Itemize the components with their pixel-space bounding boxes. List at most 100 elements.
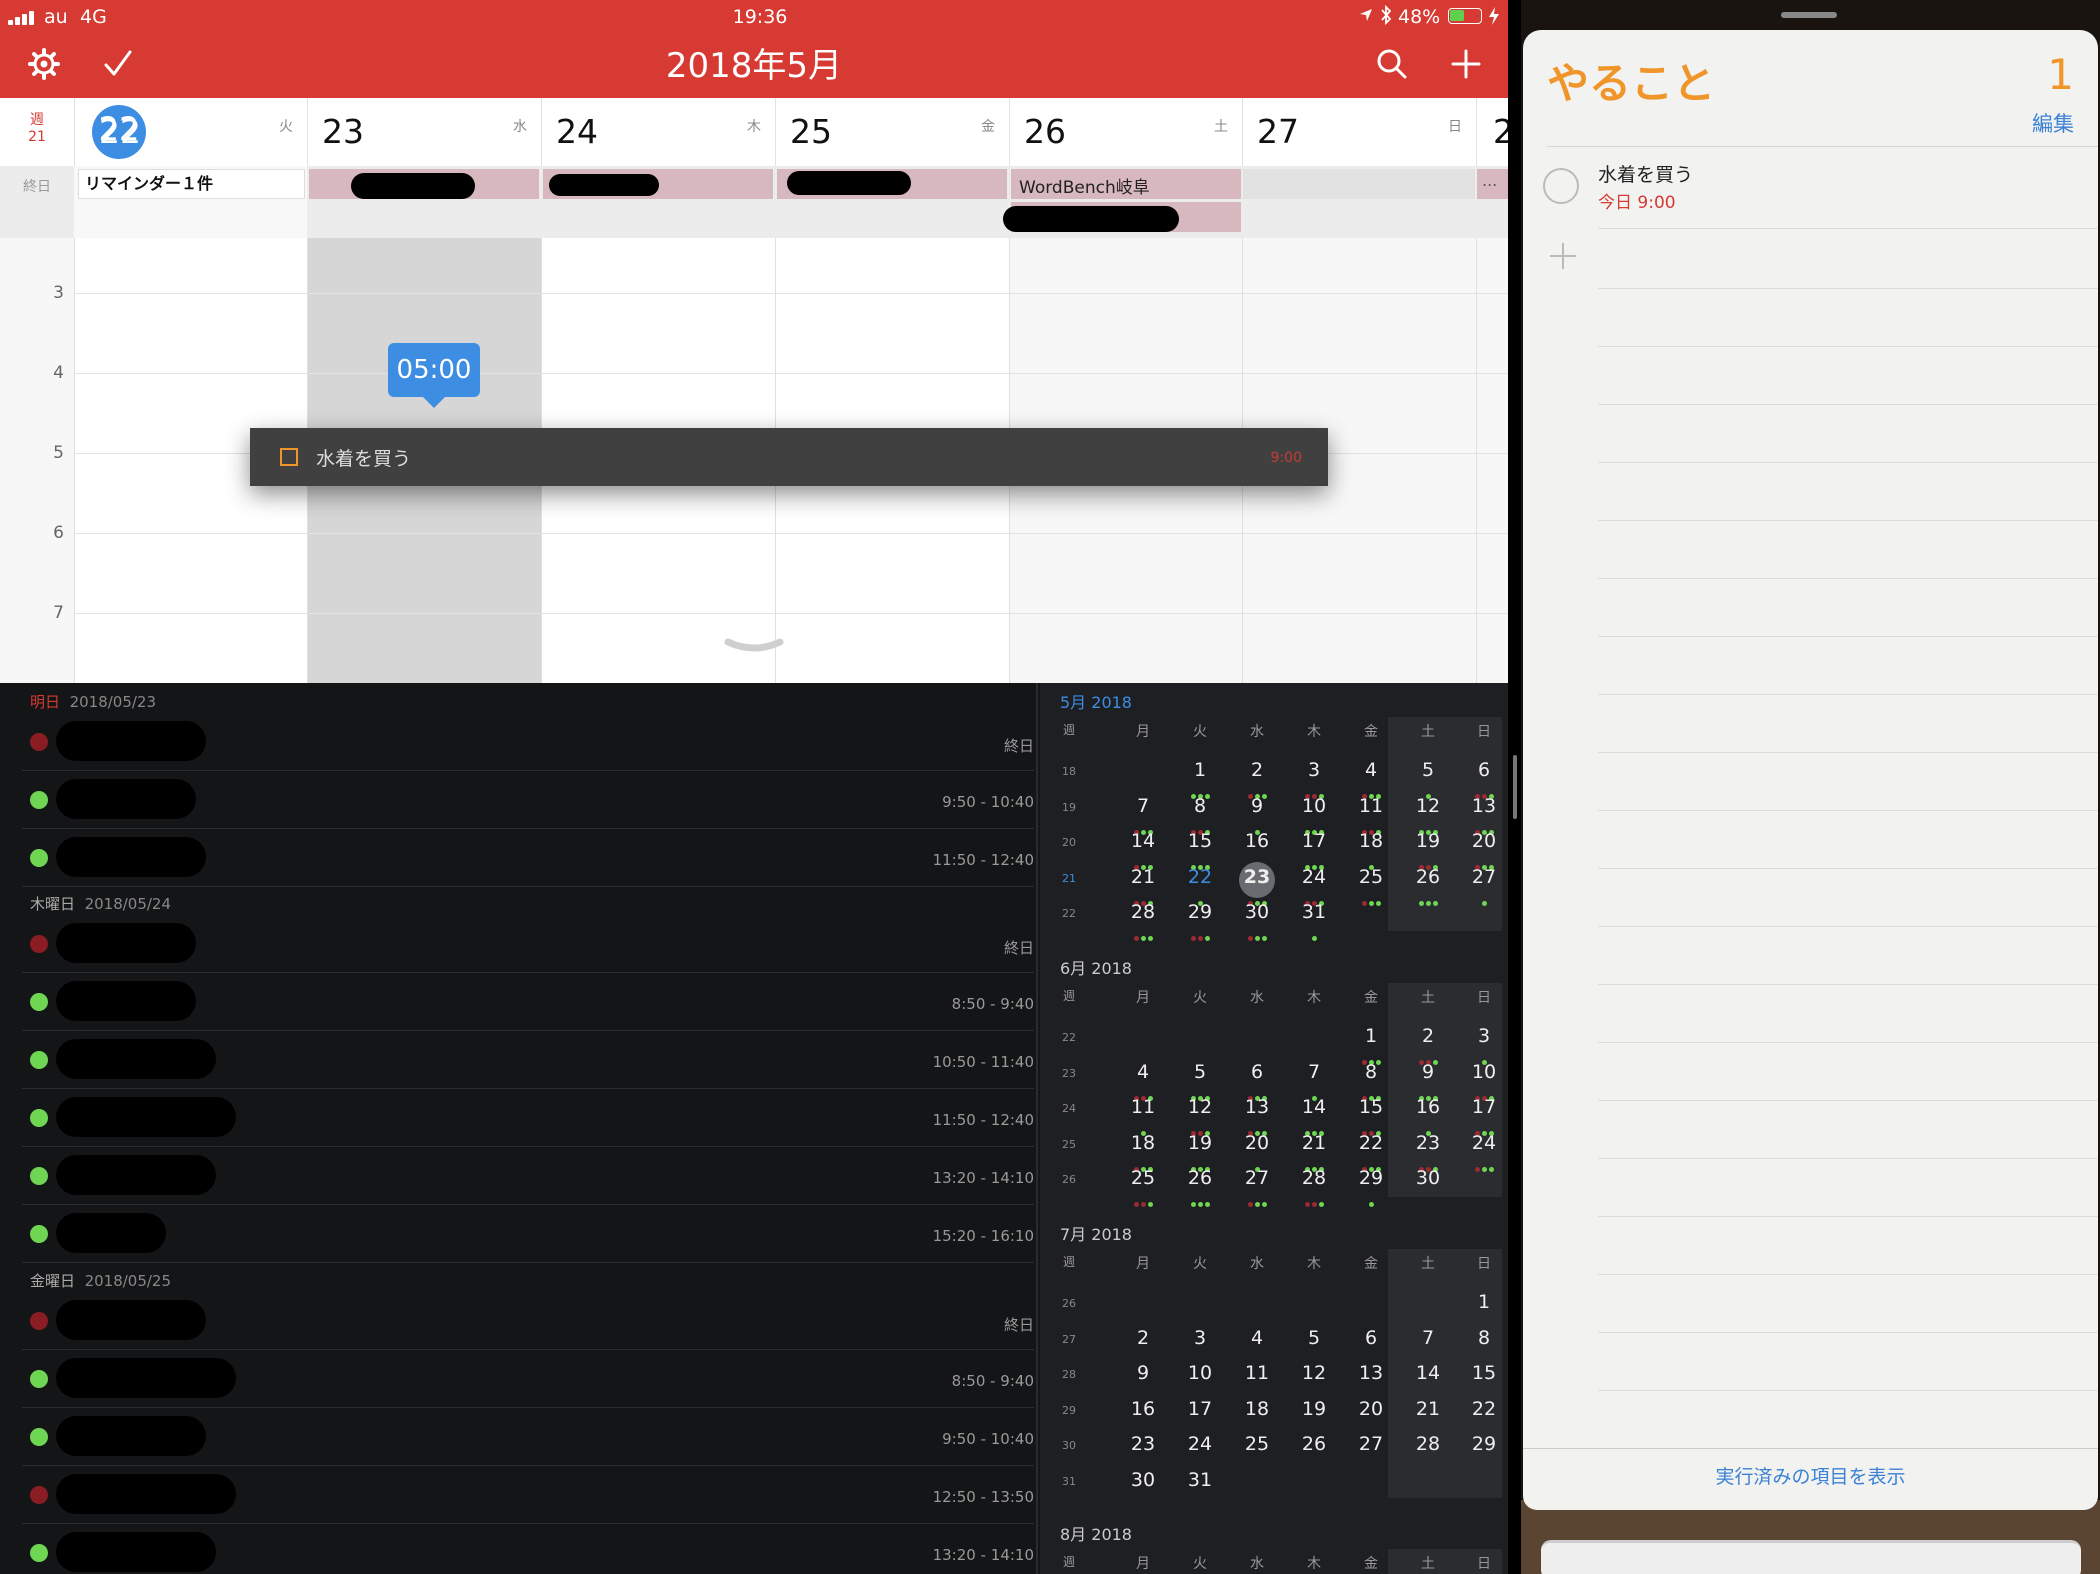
calendar-day[interactable]: 11 (1235, 1362, 1279, 1384)
event-row[interactable]: 12:50 - 13:50 (22, 1466, 1034, 1524)
calendar-day[interactable]: 5 (1406, 759, 1450, 781)
calendar-day[interactable]: 26 (1292, 1433, 1336, 1455)
event-row[interactable]: 11:50 - 12:40 (22, 829, 1034, 887)
calendar-day[interactable]: 11 (1121, 1096, 1165, 1118)
day-header-23[interactable]: 23 水 (307, 98, 541, 166)
calendar-day[interactable]: 6 (1349, 1327, 1393, 1349)
all-day-event[interactable] (1003, 202, 1241, 232)
week-number[interactable]: 19 (1055, 801, 1083, 814)
week-number[interactable]: 21 (1055, 872, 1083, 885)
week-number[interactable]: 28 (1055, 1368, 1083, 1381)
calendar-day[interactable]: 29 (1462, 1433, 1506, 1455)
calendar-day[interactable]: 15 (1349, 1096, 1393, 1118)
calendar-day[interactable]: 7 (1406, 1327, 1450, 1349)
calendar-day[interactable]: 22 (1178, 866, 1222, 888)
calendar-day[interactable]: 12 (1406, 795, 1450, 817)
day-header-26[interactable]: 26 土 (1009, 98, 1242, 166)
calendar-day[interactable]: 23 (1406, 1132, 1450, 1154)
calendar-day[interactable]: 21 (1121, 866, 1165, 888)
calendar-day[interactable]: 9 (1406, 1061, 1450, 1083)
calendar-day[interactable]: 4 (1235, 1327, 1279, 1349)
event-row[interactable]: 8:50 - 9:40 (22, 1350, 1034, 1408)
calendar-day[interactable]: 1 (1178, 759, 1222, 781)
calendar-day[interactable]: 19 (1406, 830, 1450, 852)
calendar-day[interactable]: 5 (1178, 1061, 1222, 1083)
calendar-day[interactable]: 2 (1121, 1327, 1165, 1349)
calendar-day[interactable]: 8 (1462, 1327, 1506, 1349)
calendar-day[interactable]: 9 (1235, 795, 1279, 817)
slide-over-handle[interactable] (1781, 12, 1837, 18)
calendar-day[interactable]: 12 (1178, 1096, 1222, 1118)
calendar-day[interactable]: 16 (1235, 830, 1279, 852)
week-number[interactable]: 26 (1055, 1173, 1083, 1186)
event-row[interactable]: 終日 (22, 915, 1034, 973)
calendar-day[interactable]: 10 (1292, 795, 1336, 817)
calendar-day[interactable]: 8 (1349, 1061, 1393, 1083)
week-number[interactable]: 30 (1055, 1439, 1083, 1452)
calendar-day[interactable]: 1 (1349, 1025, 1393, 1047)
calendar-day[interactable]: 7 (1292, 1061, 1336, 1083)
calendar-day[interactable]: 22 (1462, 1398, 1506, 1420)
calendar-day[interactable]: 20 (1462, 830, 1506, 852)
event-row[interactable]: 15:20 - 16:10 (22, 1205, 1034, 1263)
dragged-reminder[interactable]: 水着を買う 9:00 (250, 428, 1328, 486)
calendar-day[interactable]: 18 (1235, 1398, 1279, 1420)
calendar-day[interactable]: 12 (1292, 1362, 1336, 1384)
month-title[interactable]: 2018年5月 (560, 38, 948, 87)
week-number[interactable]: 22 (1055, 1031, 1083, 1044)
calendar-day[interactable]: 2 (1406, 1025, 1450, 1047)
calendar-day[interactable]: 21 (1406, 1398, 1450, 1420)
event-list[interactable]: 明日 2018/05/23 終日 9:50 - 10:40 11:50 - 12:4… (0, 683, 1040, 1574)
calendar-day[interactable]: 17 (1292, 830, 1336, 852)
calendar-day[interactable]: 14 (1406, 1362, 1450, 1384)
calendar-day[interactable]: 28 (1121, 901, 1165, 923)
calendar-day[interactable]: 17 (1462, 1096, 1506, 1118)
calendar-day[interactable]: 27 (1349, 1433, 1393, 1455)
reminder-count-event[interactable]: リマインダー１件 (78, 169, 305, 199)
week-number[interactable]: 27 (1055, 1333, 1083, 1346)
calendar-day[interactable]: 4 (1349, 759, 1393, 781)
calendar-day[interactable]: 27 (1235, 1167, 1279, 1189)
event-row[interactable]: 終日 (22, 1292, 1034, 1350)
calendar-day[interactable]: 2 (1235, 759, 1279, 781)
event-row[interactable]: 13:20 - 14:10 (22, 1147, 1034, 1205)
complete-checkbox[interactable] (1543, 168, 1579, 204)
calendar-day[interactable]: 10 (1178, 1362, 1222, 1384)
calendar-day[interactable]: 22 (1349, 1132, 1393, 1154)
all-day-event[interactable] (543, 169, 773, 199)
calendar-day[interactable]: 18 (1121, 1132, 1165, 1154)
week-number[interactable]: 29 (1055, 1404, 1083, 1417)
calendar-day[interactable]: 1 (1462, 1291, 1506, 1313)
calendar-day[interactable]: 28 (1292, 1167, 1336, 1189)
event-row[interactable]: 10:50 - 11:40 (22, 1031, 1034, 1089)
calendar-day[interactable]: 19 (1178, 1132, 1222, 1154)
event-row[interactable]: 9:50 - 10:40 (22, 771, 1034, 829)
calendar-day[interactable]: 30 (1121, 1469, 1165, 1491)
calendar-day[interactable]: 25 (1235, 1433, 1279, 1455)
calendar-day[interactable]: 26 (1406, 866, 1450, 888)
calendar-day[interactable]: 4 (1121, 1061, 1165, 1083)
more-events-indicator[interactable]: ... (1477, 169, 1508, 199)
all-day-event[interactable] (309, 169, 539, 199)
week-number[interactable]: 23 (1055, 1067, 1083, 1080)
calendar-day[interactable]: 6 (1235, 1061, 1279, 1083)
calendar-day[interactable]: 23 (1235, 866, 1279, 888)
week-number[interactable]: 20 (1055, 836, 1083, 849)
day-header-25[interactable]: 25 金 (775, 98, 1009, 166)
calendar-day[interactable]: 16 (1121, 1398, 1165, 1420)
calendar-day[interactable]: 27 (1462, 866, 1506, 888)
edit-button[interactable]: 編集 (2032, 108, 2074, 138)
calendar-day[interactable]: 5 (1292, 1327, 1336, 1349)
plus-icon[interactable] (1446, 44, 1486, 84)
calendar-day[interactable]: 8 (1178, 795, 1222, 817)
calendar-day[interactable]: 13 (1349, 1362, 1393, 1384)
calendar-day[interactable]: 13 (1235, 1096, 1279, 1118)
event-row[interactable]: 11:50 - 12:40 (22, 1089, 1034, 1147)
calendar-day[interactable]: 3 (1292, 759, 1336, 781)
day-header-24[interactable]: 24 木 (541, 98, 775, 166)
calendar-day[interactable]: 26 (1178, 1167, 1222, 1189)
calendar-day[interactable]: 23 (1121, 1433, 1165, 1455)
calendar-day[interactable]: 3 (1462, 1025, 1506, 1047)
calendar-day[interactable]: 24 (1178, 1433, 1222, 1455)
add-reminder-icon[interactable] (1547, 240, 1579, 272)
